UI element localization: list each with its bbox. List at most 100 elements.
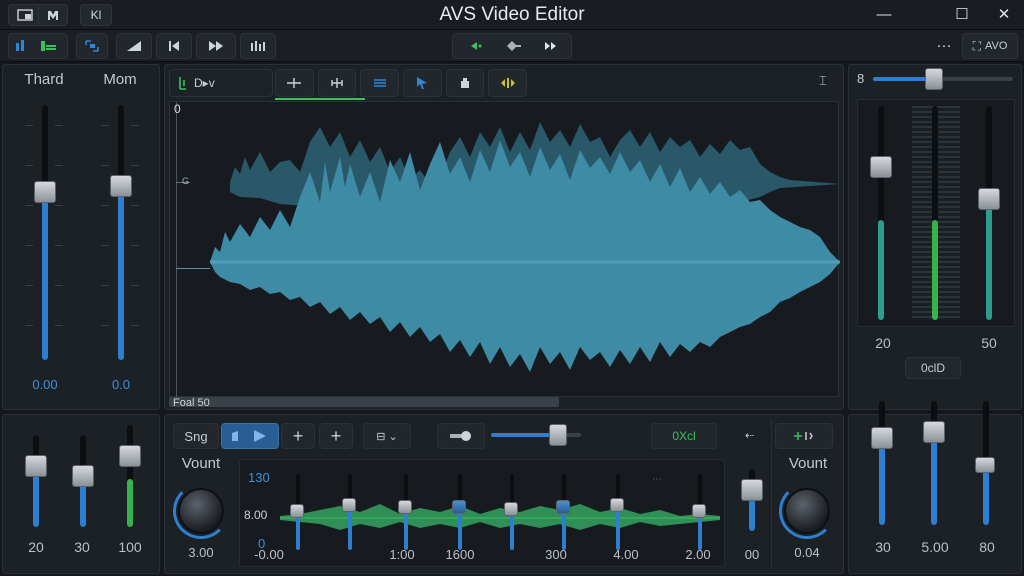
output-value: 00 — [744, 547, 760, 562]
split-icon[interactable] — [275, 69, 314, 97]
close-button[interactable]: ✕ — [992, 4, 1016, 26]
gain-slider-handle[interactable] — [549, 424, 567, 446]
toggle-switch[interactable] — [437, 423, 485, 449]
eq-band-3[interactable] — [398, 500, 412, 514]
avo-button[interactable]: ⛶ AVO — [962, 33, 1018, 59]
eq-band-1[interactable] — [290, 504, 304, 518]
effects-dropdown[interactable]: ⊟ ⌄ — [363, 423, 411, 449]
eq-freq-2: 1:00 — [389, 547, 415, 562]
toolbar: ··· ⛶ AVO — [0, 30, 1024, 62]
app-title: AVS Video Editor — [439, 4, 585, 25]
bottom-left-label-2: 30 — [74, 539, 90, 555]
bottom-fader3-handle[interactable] — [119, 445, 141, 467]
channel1-name: Thard — [24, 71, 64, 88]
effects-icon: ⊟ ⌄ — [376, 430, 398, 443]
diamond-icon — [507, 41, 521, 51]
right-label-left: 20 — [875, 335, 891, 351]
volume2-knob[interactable] — [784, 488, 830, 534]
volume-value: 3.00 — [188, 545, 214, 560]
right-label-right: 50 — [981, 335, 997, 351]
bottom-left-panel: 20 30 100 — [2, 414, 160, 574]
left-mixer-panel: Thard Mom 0.00 0.0 — [2, 64, 160, 410]
eraser-icon[interactable] — [445, 69, 485, 97]
bottom-right-fader2-handle[interactable] — [923, 421, 945, 443]
cut-marker-icon[interactable] — [317, 69, 357, 97]
view-toggle[interactable] — [8, 33, 68, 59]
edit-tools — [275, 69, 528, 97]
minimize-button[interactable]: — — [872, 4, 896, 26]
maximize-button[interactable]: ☐ — [950, 4, 974, 26]
eq-mid-label: 8.00 — [244, 508, 268, 522]
gain-slider[interactable] — [491, 424, 581, 446]
eq-band-8[interactable] — [692, 504, 706, 518]
skip-back-icon[interactable] — [156, 33, 192, 59]
right-faders-box — [857, 99, 1015, 327]
avo-label: AVO — [984, 40, 1008, 52]
bottom-right-label-2: 5.00 — [921, 539, 949, 555]
pointer-icon[interactable] — [403, 69, 442, 97]
eq-freq-3: 1600 — [445, 547, 475, 562]
mark-icon[interactable] — [775, 423, 833, 449]
bottom-left-label-1: 20 — [28, 539, 44, 555]
bottom-left-label-3: 100 — [118, 539, 142, 555]
right-readout[interactable]: 0clD — [905, 357, 961, 379]
right-fader1-handle[interactable] — [870, 156, 892, 178]
eq-band-4[interactable] — [452, 500, 466, 514]
eq-band-2[interactable] — [342, 498, 356, 512]
timeline-label: Foal 50 — [173, 397, 210, 409]
zoom-slider[interactable] — [873, 68, 1013, 90]
add-button-2[interactable]: + — [319, 423, 353, 449]
bottom-fader1-handle[interactable] — [25, 455, 47, 477]
eq-freq-6: 2.00 — [685, 547, 711, 562]
right-fader1-fill — [878, 220, 884, 320]
output-fader-handle[interactable] — [741, 479, 763, 501]
volume-knob[interactable] — [178, 488, 224, 534]
bottom-fader2-handle[interactable] — [72, 465, 94, 487]
eq-band-7[interactable] — [610, 498, 624, 512]
volume2-label: Vount — [788, 455, 828, 472]
volume2-value: 0.04 — [794, 545, 820, 560]
playback-group — [452, 33, 572, 59]
right-mixer-panel: 8 20 50 0clD — [848, 64, 1022, 410]
snap-button[interactable]: Sng — [173, 423, 219, 449]
waveform-area[interactable]: 0 G — [169, 101, 840, 398]
green-readout[interactable]: 0Xcl — [651, 423, 717, 449]
ramp-icon[interactable] — [116, 33, 152, 59]
waveform-tab[interactable]: D▸v — [169, 69, 273, 97]
horizontal-scrollbar[interactable] — [169, 397, 559, 407]
fast-forward-icon[interactable] — [196, 33, 236, 59]
right-fader3-fill — [986, 208, 992, 320]
right-fader3-handle[interactable] — [978, 188, 1000, 210]
bottom-right-panel: 30 5.00 80 — [848, 401, 1022, 574]
bottom-right-label-1: 30 — [875, 539, 891, 555]
channel2-fader[interactable] — [101, 105, 141, 365]
channel1-fader[interactable] — [25, 105, 65, 365]
zoom-icon: 8 — [857, 71, 865, 86]
master-meter-fill — [932, 220, 938, 320]
audio-trim-icon[interactable] — [488, 69, 528, 97]
eq-band-5[interactable] — [504, 502, 518, 516]
eq-band-6[interactable] — [556, 500, 570, 514]
bottom-right-fader1-handle[interactable] — [871, 427, 893, 449]
bottom-right-fader3-handle[interactable] — [975, 457, 995, 473]
waveform-graphic — [210, 122, 840, 372]
channel1-value: 0.00 — [32, 377, 58, 392]
channel2-fader-handle[interactable] — [110, 175, 132, 197]
eq-marker-icon: ⋯ — [652, 474, 662, 485]
pin-icon[interactable]: ⌶ — [819, 73, 827, 89]
channel1-fader-handle[interactable] — [34, 181, 56, 203]
add-button-1[interactable]: + — [281, 423, 315, 449]
lines-icon[interactable] — [360, 69, 400, 97]
zoom-slider-handle[interactable] — [925, 68, 943, 90]
bars-icon[interactable] — [240, 33, 276, 59]
waveform-tab-label: D▸v — [194, 76, 215, 90]
bottom-center-panel: Sng + + ⊟ ⌄ 0Xcl ⇠ Vount 3.00 130 8.00 0 — [164, 414, 844, 574]
volume-label: Vount — [181, 455, 221, 472]
crop-icon: ⛶ — [972, 38, 981, 53]
waveform-panel: D▸v ⌶ 0 G Foal 50 — [164, 64, 844, 410]
play-group[interactable] — [221, 423, 279, 449]
select-icon[interactable] — [76, 33, 108, 59]
arrow-icon: ⇠ — [745, 430, 755, 442]
more-icon[interactable]: ··· — [932, 35, 956, 57]
channel2-fill — [118, 187, 124, 360]
